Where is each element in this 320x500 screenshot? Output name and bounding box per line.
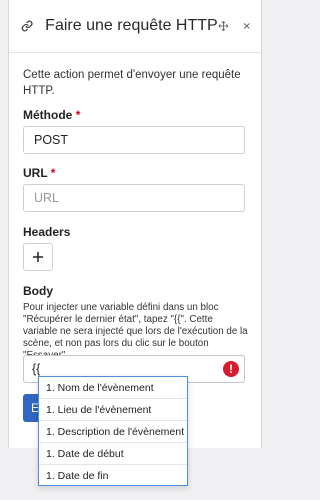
suggestion-item[interactable]: 1. Lieu de l'évènement bbox=[39, 399, 187, 421]
url-input[interactable]: URL bbox=[23, 184, 245, 212]
suggestion-item[interactable]: 1. Date de début bbox=[39, 443, 187, 465]
variable-suggestions-dropdown: 1. Nom de l'évènement 1. Lieu de l'évène… bbox=[38, 376, 188, 486]
move-icon[interactable] bbox=[218, 18, 229, 34]
suggestion-item[interactable]: 1. Description de l'évènement bbox=[39, 421, 187, 443]
method-select[interactable]: POST bbox=[23, 126, 245, 154]
panel-title: Faire une requête HTTP bbox=[45, 17, 218, 34]
link-icon bbox=[21, 20, 33, 32]
action-description: Cette action permet d'envoyer une requêt… bbox=[23, 69, 241, 97]
url-label: URL * bbox=[23, 166, 55, 180]
body-help-text: Pour injecter une variable défini dans u… bbox=[23, 302, 248, 361]
suggestion-item[interactable]: 1. Date de fin bbox=[39, 465, 187, 485]
method-label-text: Méthode bbox=[23, 108, 73, 122]
method-label: Méthode * bbox=[23, 108, 80, 122]
body-input-value: {{ bbox=[32, 362, 41, 376]
required-mark: * bbox=[50, 166, 56, 180]
error-icon: ! bbox=[223, 361, 239, 377]
headers-label: Headers bbox=[23, 225, 71, 239]
url-label-text: URL bbox=[23, 166, 48, 180]
panel-header: Faire une requête HTTP bbox=[9, 0, 261, 53]
plus-icon bbox=[33, 252, 43, 262]
add-header-button[interactable] bbox=[23, 243, 53, 271]
body-label: Body bbox=[23, 284, 53, 298]
close-icon[interactable] bbox=[242, 19, 251, 33]
required-mark: * bbox=[75, 108, 81, 122]
suggestion-item[interactable]: 1. Nom de l'évènement bbox=[39, 377, 187, 399]
